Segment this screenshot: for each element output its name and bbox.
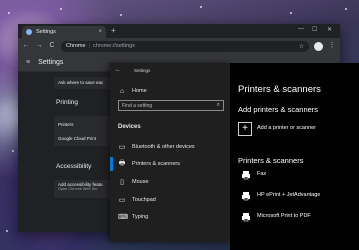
nav-bluetooth-label: Bluetooth & other devices xyxy=(132,144,195,150)
minimize-button[interactable]: — xyxy=(298,26,304,32)
selection-indicator xyxy=(110,157,113,171)
nav-mouse-label: Mouse xyxy=(132,179,149,185)
address-bar[interactable]: Chrome | chrome://settings ☆ xyxy=(61,40,309,52)
tab-title: Settings xyxy=(36,29,56,35)
windows-settings-nav: ← Settings ⌂ Home Find a setting ⌕ Devic… xyxy=(110,63,230,242)
nav-mouse[interactable]: ▯ Mouse xyxy=(110,175,230,189)
back-icon[interactable]: ← xyxy=(22,42,30,50)
page-title: Settings xyxy=(38,59,64,66)
printer-icon: 🖶 xyxy=(118,159,126,167)
new-tab-button[interactable]: + xyxy=(111,26,116,36)
reload-icon[interactable]: C xyxy=(48,42,56,50)
page-title: Printers & scanners xyxy=(238,84,321,95)
forward-icon[interactable]: → xyxy=(35,42,43,50)
mouse-icon: ▯ xyxy=(120,179,124,186)
bluetooth-devices-icon: ▭ xyxy=(118,144,126,151)
printers-scanners-panel: Printers & scanners Add printers & scann… xyxy=(230,63,359,250)
nav-typing-label: Typing xyxy=(132,214,149,220)
find-setting-search[interactable]: Find a setting ⌕ xyxy=(118,100,224,111)
browser-toolbar: ← → C Chrome | chrome://settings ☆ ⋮ xyxy=(18,38,340,54)
back-icon[interactable]: ← xyxy=(115,67,121,73)
touchpad-icon: ▭ xyxy=(118,197,126,204)
accessibility-section-title: Accessibility xyxy=(56,163,92,170)
nav-touchpad-label: Touchpad xyxy=(132,197,156,203)
add-printers-heading: Add printers & scanners xyxy=(238,105,319,114)
printer-item-ms-pdf[interactable]: Microsoft Print to PDF xyxy=(257,213,311,219)
settings-gear-icon xyxy=(26,29,32,35)
hamburger-menu-icon[interactable]: ≡ xyxy=(26,59,30,66)
devices-category: Devices xyxy=(118,124,141,130)
windows-settings-title: Settings xyxy=(134,68,151,73)
maximize-button[interactable]: ☐ xyxy=(312,26,317,33)
add-printer-button[interactable]: + xyxy=(238,122,252,136)
printer-item-fax[interactable]: Fax xyxy=(257,171,266,177)
printer-item-hp-eprint[interactable]: HP ePrint + JetAdvantage xyxy=(257,192,320,198)
nav-typing[interactable]: ⌨ Typing xyxy=(110,210,230,224)
tab-strip: Settings × + — ☐ ✕ xyxy=(18,24,340,38)
search-icon[interactable]: ⌕ xyxy=(217,102,220,109)
tab-close-icon[interactable]: × xyxy=(98,29,102,35)
tab-settings[interactable]: Settings × xyxy=(22,26,106,38)
bookmark-star-icon[interactable]: ☆ xyxy=(299,43,304,50)
omnibox-url: chrome://settings xyxy=(93,43,135,49)
nav-home[interactable]: ⌂ Home xyxy=(110,84,230,98)
printers-list-heading: Printers & scanners xyxy=(238,156,304,165)
profile-avatar[interactable] xyxy=(314,41,323,51)
search-placeholder: Find a setting xyxy=(122,102,153,109)
nav-home-label: Home xyxy=(132,88,147,94)
printer-icon xyxy=(240,169,252,181)
nav-printers-label: Printers & scanners xyxy=(132,161,180,167)
add-printer-label[interactable]: Add a printer or scanner xyxy=(257,125,316,131)
omnibox-separator: | xyxy=(88,43,90,49)
close-window-button[interactable]: ✕ xyxy=(327,26,332,33)
nav-bluetooth[interactable]: ▭ Bluetooth & other devices xyxy=(110,140,230,154)
home-icon: ⌂ xyxy=(119,87,125,95)
chrome-menu-icon[interactable]: ⋮ xyxy=(328,42,336,50)
nav-touchpad[interactable]: ▭ Touchpad xyxy=(110,193,230,207)
nav-printers-scanners[interactable]: 🖶 Printers & scanners xyxy=(110,157,230,171)
printer-icon xyxy=(240,190,252,202)
omnibox-brand: Chrome xyxy=(66,43,86,49)
printing-section-title: Printing xyxy=(56,99,79,106)
printer-icon xyxy=(240,211,252,223)
keyboard-icon: ⌨ xyxy=(118,214,129,221)
